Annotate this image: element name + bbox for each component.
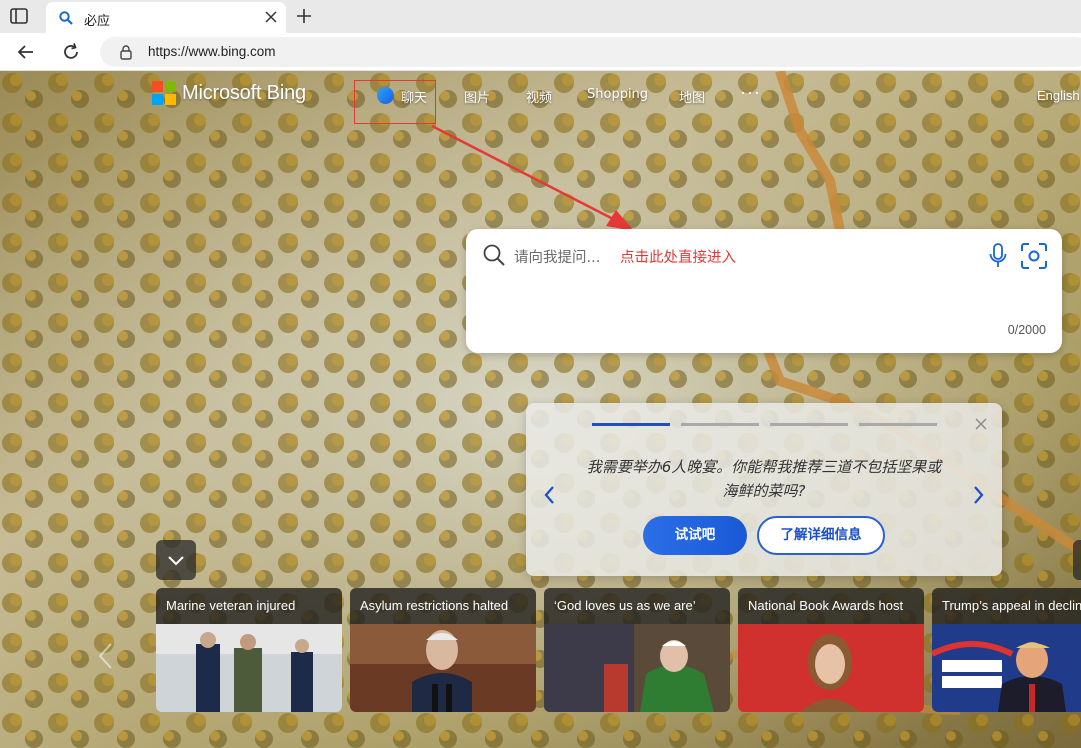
new-tab-icon[interactable] (295, 7, 313, 25)
chevron-down-icon (168, 556, 184, 566)
url-field[interactable]: https://www.bing.com (100, 37, 1081, 67)
news-title[interactable]: Asylum restrictions halted (350, 588, 536, 624)
chat-suggestion-card: 我需要举办6人晚宴。你能帮我推荐三道不包括坚果或海鲜的菜吗? 试试吧 了解详细信… (526, 403, 1002, 576)
bing-homepage: Microsoft Bing 聊天 图片 视频 Shopping 地图 ··· … (0, 71, 1081, 748)
search-icon (483, 244, 505, 266)
news-title[interactable]: ‘God loves us as we are’ (544, 588, 730, 624)
news-card[interactable]: Trump’s appeal in decline (932, 588, 1081, 712)
logo-text: Microsoft Bing (182, 82, 306, 104)
character-counter: 0/2000 (1007, 323, 1046, 337)
news-card[interactable]: Asylum restrictions halted (350, 588, 536, 712)
news-thumbnail (932, 624, 1081, 712)
more-menu-icon[interactable]: ··· (740, 82, 761, 103)
carousel-dot[interactable] (770, 423, 848, 426)
address-bar: https://www.bing.com (0, 33, 1081, 71)
microphone-icon[interactable] (988, 243, 1008, 269)
microsoft-logo-icon (152, 81, 176, 105)
nav-shopping[interactable]: Shopping (587, 87, 648, 102)
news-title[interactable]: National Book Awards host (738, 588, 924, 624)
search-box[interactable]: 请向我提问... 点击此处直接进入 0/2000 (466, 229, 1062, 353)
close-icon[interactable] (264, 10, 278, 24)
news-card[interactable]: Marine veteran injured (156, 588, 342, 712)
side-panel-toggle[interactable] (1073, 540, 1081, 580)
url-text[interactable]: https://www.bing.com (148, 44, 276, 59)
bing-favicon-icon (59, 11, 73, 25)
visual-search-icon[interactable] (1020, 242, 1048, 270)
news-title[interactable]: Trump’s appeal in decline (932, 588, 1081, 624)
nav-videos[interactable]: 视频 (526, 87, 552, 106)
news-card[interactable]: National Book Awards host (738, 588, 924, 712)
carousel-dot-active[interactable] (592, 423, 670, 426)
carousel-dot[interactable] (681, 423, 759, 426)
chat-icon[interactable] (377, 87, 394, 104)
close-icon[interactable] (974, 417, 988, 431)
learn-more-button[interactable]: 了解详细信息 (757, 516, 885, 555)
language-switch[interactable]: English (1037, 88, 1080, 103)
chevron-right-icon[interactable] (972, 484, 986, 506)
news-card[interactable]: ‘God loves us as we are’ (544, 588, 730, 712)
news-thumbnail (350, 624, 536, 712)
back-arrow-icon[interactable] (16, 42, 36, 62)
refresh-icon[interactable] (61, 42, 81, 62)
nav-images[interactable]: 图片 (464, 87, 490, 106)
nav-chat[interactable]: 聊天 (401, 87, 427, 106)
carousel-dot[interactable] (859, 423, 937, 426)
tab-bar: 必应 (0, 0, 1081, 33)
news-title[interactable]: Marine veteran injured (156, 588, 342, 624)
suggestion-text: 我需要举办6人晚宴。你能帮我推荐三道不包括坚果或海鲜的菜吗? (586, 458, 942, 500)
nav-maps[interactable]: 地图 (679, 87, 705, 106)
collapse-feed-button[interactable] (156, 540, 196, 580)
chevron-left-icon[interactable] (96, 641, 116, 671)
search-annotation: 点击此处直接进入 (620, 250, 736, 266)
search-input[interactable]: 请向我提问... (514, 246, 600, 267)
tab-title: 必应 (84, 14, 111, 29)
news-thumbnail (544, 624, 730, 712)
tab-actions-icon[interactable] (10, 8, 28, 24)
chevron-left-icon[interactable] (542, 484, 556, 506)
try-it-button[interactable]: 试试吧 (643, 516, 747, 555)
browser-tab[interactable]: 必应 (46, 2, 286, 33)
news-thumbnail (156, 624, 342, 712)
lock-icon[interactable] (118, 44, 134, 60)
news-thumbnail (738, 624, 924, 712)
